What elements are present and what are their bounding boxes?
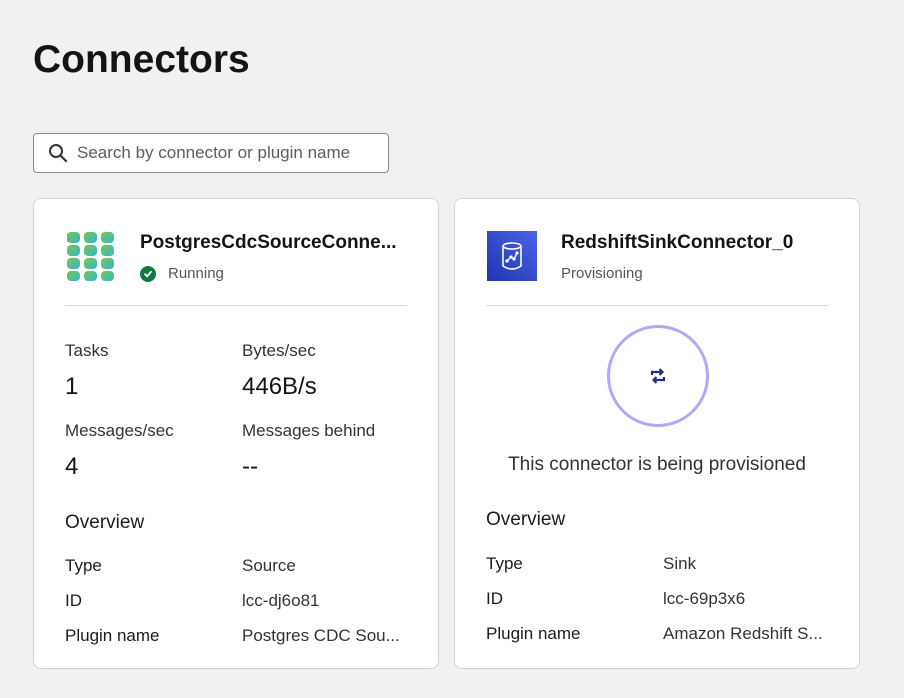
plugin-value: Postgres CDC Sou... (242, 626, 400, 645)
search-box[interactable] (33, 133, 389, 173)
redshift-logo-icon (486, 230, 538, 282)
connector-card-postgres[interactable]: PostgresCdcSourceConne... Running Tasks … (33, 198, 439, 669)
behind-value: -- (242, 453, 258, 480)
type-label: Type (65, 556, 102, 575)
plugin-label: Plugin name (65, 626, 160, 645)
provisioning-message: This connector is being provisioned (508, 454, 806, 475)
overview-title: Overview (486, 509, 566, 530)
bytes-label: Bytes/sec (242, 341, 316, 360)
status-text: Running (168, 265, 224, 282)
plugin-value: Amazon Redshift S... (663, 624, 823, 643)
check-circle-icon (140, 265, 156, 282)
id-value: lcc-69p3x6 (663, 589, 746, 608)
connector-name[interactable]: PostgresCdcSourceConne... (140, 232, 412, 254)
postgres-cdc-logo-icon (65, 230, 117, 282)
type-value: Source (242, 556, 296, 575)
type-label: Type (486, 554, 523, 573)
behind-label: Messages behind (242, 421, 376, 440)
id-label: ID (65, 591, 82, 610)
id-value: lcc-dj6o81 (242, 591, 320, 610)
divider (65, 305, 407, 306)
divider (486, 305, 828, 306)
plugin-label: Plugin name (486, 624, 581, 643)
connector-card-redshift[interactable]: RedshiftSinkConnector_0 Provisioning Thi… (454, 198, 860, 669)
status-badge: Running (140, 265, 224, 282)
provisioning-spinner (607, 325, 709, 427)
type-value: Sink (663, 554, 697, 573)
tasks-value: 1 (65, 373, 79, 400)
messages-label: Messages/sec (65, 421, 174, 440)
bytes-value: 446B/s (242, 373, 317, 400)
overview-title: Overview (65, 512, 145, 533)
connector-name[interactable]: RedshiftSinkConnector_0 (561, 232, 833, 254)
messages-value: 4 (65, 453, 79, 480)
status-badge: Provisioning (561, 265, 643, 282)
search-icon (49, 144, 68, 163)
tasks-label: Tasks (65, 341, 109, 360)
status-text: Provisioning (561, 265, 643, 282)
id-label: ID (486, 589, 503, 608)
search-input[interactable] (77, 143, 377, 163)
page-title: Connectors (33, 38, 250, 81)
sync-icon (650, 368, 666, 384)
